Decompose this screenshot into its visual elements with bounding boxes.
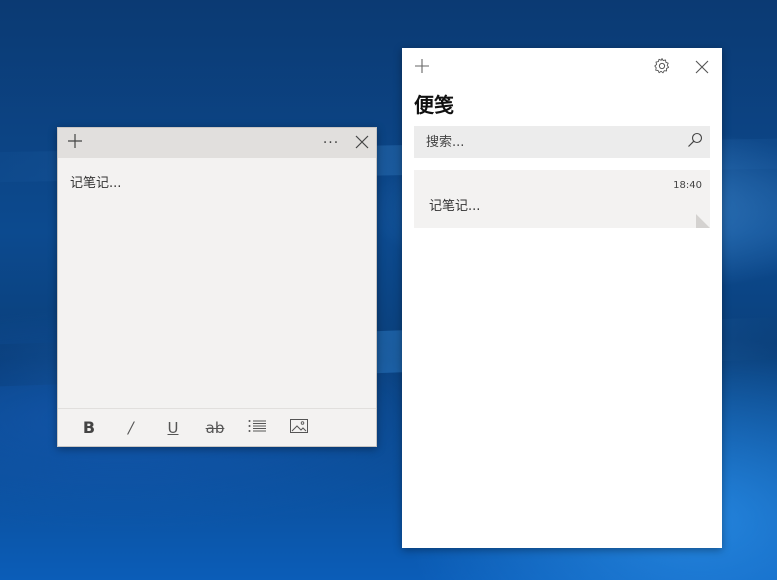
new-note-button[interactable] xyxy=(410,56,434,80)
close-note-button[interactable] xyxy=(351,131,373,155)
close-icon xyxy=(355,134,369,153)
search-box xyxy=(414,125,710,159)
close-icon xyxy=(695,59,709,78)
new-note-button[interactable] xyxy=(64,131,86,155)
strikethrough-button[interactable]: ab xyxy=(194,413,236,443)
search-button[interactable] xyxy=(680,126,710,158)
image-icon xyxy=(290,418,308,437)
underline-button[interactable]: U xyxy=(152,413,194,443)
page-title: 便笺 xyxy=(414,93,454,117)
bold-button[interactable]: B xyxy=(68,413,110,443)
search-input[interactable] xyxy=(414,125,680,159)
settings-button[interactable] xyxy=(650,56,674,80)
note-content: 记笔记... xyxy=(70,176,122,191)
note-timestamp: 18:40 xyxy=(673,180,702,191)
plus-icon xyxy=(414,58,430,78)
search-icon xyxy=(687,132,703,152)
sticky-note-window: ··· 记笔记... B / U ab xyxy=(57,127,377,447)
note-card[interactable]: 18:40 记笔记... xyxy=(414,170,710,228)
note-preview: 记笔记... xyxy=(429,199,481,214)
sticky-note-header[interactable]: ··· xyxy=(58,128,376,158)
plus-icon xyxy=(67,133,83,153)
bullet-list-icon xyxy=(248,419,266,437)
insert-image-button[interactable] xyxy=(278,413,320,443)
gear-icon xyxy=(653,57,671,79)
notes-list-window: 便笺 18:40 记笔记... xyxy=(402,48,722,548)
italic-button[interactable]: / xyxy=(110,413,152,443)
more-options-button[interactable]: ··· xyxy=(320,131,342,155)
bullet-list-button[interactable] xyxy=(236,413,278,443)
formatting-toolbar: B / U ab xyxy=(58,408,376,446)
page-fold-corner-shadow xyxy=(696,214,710,228)
ellipsis-icon: ··· xyxy=(322,135,340,151)
note-text-area[interactable]: 记笔记... xyxy=(58,158,376,408)
close-window-button[interactable] xyxy=(690,56,714,80)
